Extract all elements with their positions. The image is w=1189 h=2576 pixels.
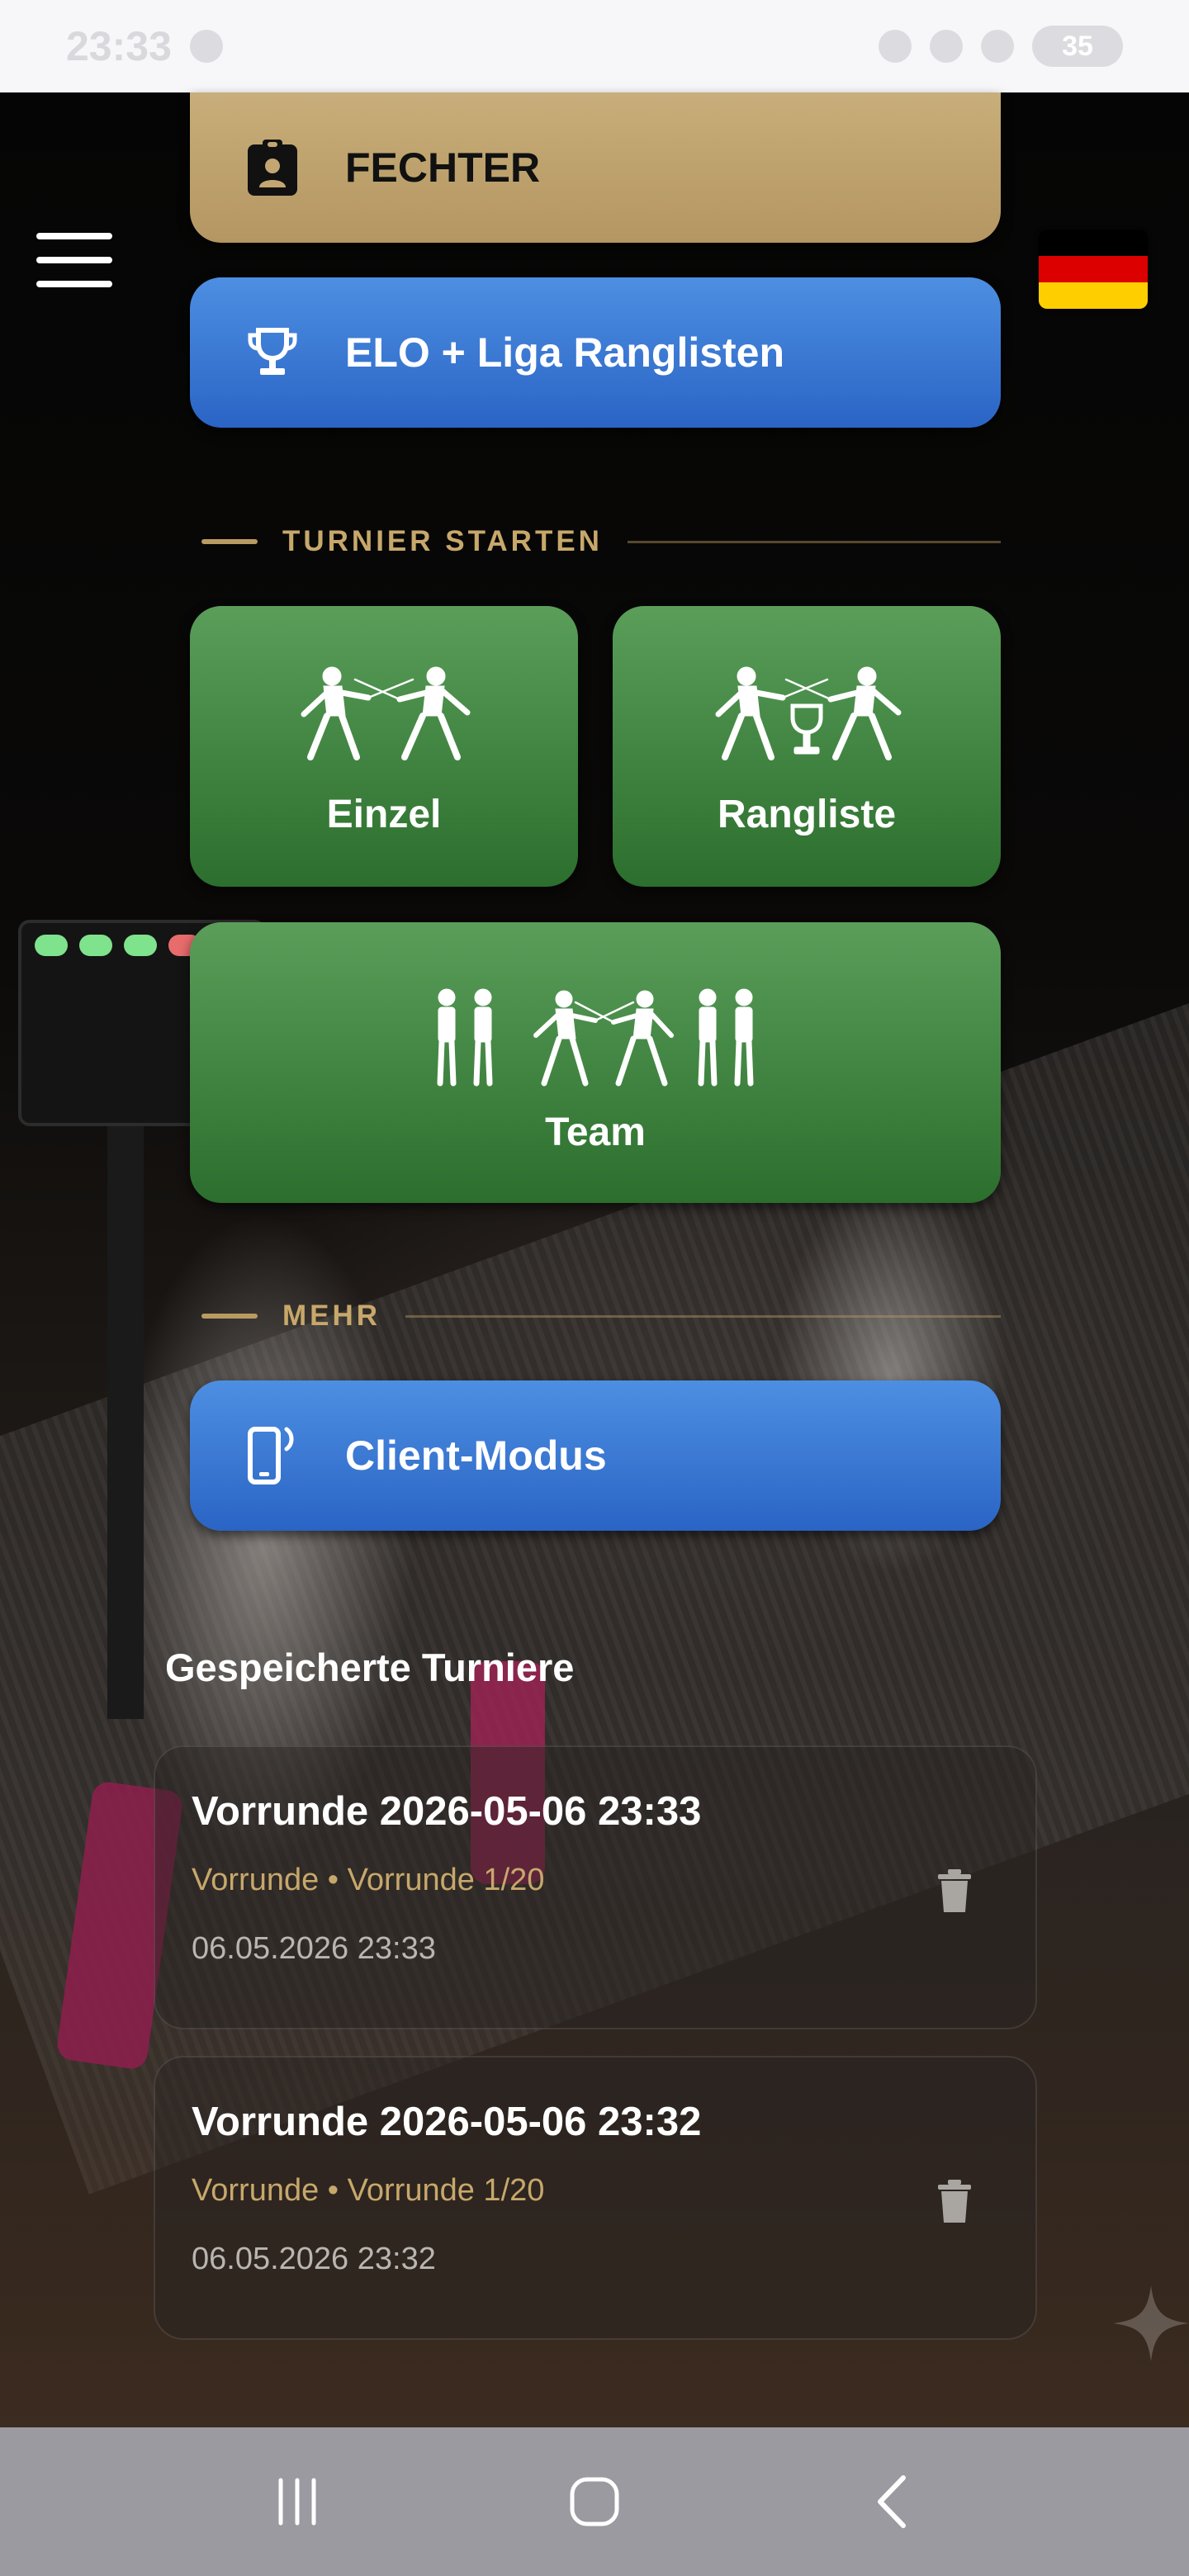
einzel-label: Einzel [326,793,442,836]
dnd-icon [879,30,912,63]
tournament-title: Vorrunde 2026-05-06 23:33 [192,1789,702,1834]
status-time: 23:33 [66,23,172,69]
saved-tournaments-heading: Gespeicherte Turniere [165,1646,575,1689]
two-fencers-icon [301,666,471,760]
hotspot-icon [930,30,963,63]
fencing-team-icon [437,988,754,1087]
status-right: 35 [879,26,1123,67]
tournament-subtitle: Vorrunde • Vorrunde 1/20 [192,2173,545,2208]
section-turnier-starten: TURNIER STARTEN [201,525,1001,558]
saved-tournament-card[interactable]: Vorrunde 2026-05-06 23:33 Vorrunde • Vor… [154,1745,1037,2029]
tournament-subtitle: Vorrunde • Vorrunde 1/20 [192,1863,545,1897]
scoreboard-stand [107,1125,144,1719]
tournament-date: 06.05.2026 23:33 [192,1931,436,1966]
fencers-trophy-icon [715,666,902,760]
back-icon[interactable] [842,2452,941,2551]
rangliste-label: Rangliste [717,793,897,836]
team-tile[interactable]: Team [190,922,1001,1203]
fechter-label: FECHTER [345,144,541,191]
flag-germany-icon[interactable] [1039,230,1148,309]
section-mehr: MEHR [201,1300,1001,1333]
einzel-tile[interactable]: Einzel [190,606,578,887]
status-left: 23:33 [66,22,223,70]
trash-icon[interactable] [935,1868,974,1914]
hamburger-menu-icon[interactable] [36,233,112,287]
status-bar: 23:33 35 [0,0,1189,92]
tournament-date: 06.05.2026 23:32 [192,2242,436,2276]
trophy-icon [243,323,302,382]
client-modus-label: Client-Modus [345,1432,607,1479]
navigation-bar [0,2427,1189,2576]
elo-label: ELO + Liga Ranglisten [345,329,785,376]
rangliste-tile[interactable]: Rangliste [613,606,1001,887]
section-label: MEHR [282,1300,381,1332]
phone-signal-icon [243,1426,302,1485]
sparkle-icon [1110,2282,1189,2365]
saved-tournament-card[interactable]: Vorrunde 2026-05-06 23:32 Vorrunde • Vor… [154,2056,1037,2340]
screenshot-icon [189,30,223,63]
team-label: Team [545,1110,646,1154]
elo-ranglisten-button[interactable]: ELO + Liga Ranglisten [190,277,1001,428]
clipboard-person-icon [243,138,302,197]
trash-icon[interactable] [935,2178,974,2224]
wifi-icon [981,30,1014,63]
home-icon[interactable] [545,2452,644,2551]
client-modus-button[interactable]: Client-Modus [190,1380,1001,1531]
battery-indicator: 35 [1032,26,1123,67]
fechter-button[interactable]: FECHTER [190,92,1001,243]
recent-apps-icon[interactable] [248,2452,347,2551]
tournament-title: Vorrunde 2026-05-06 23:32 [192,2100,702,2144]
section-label: TURNIER STARTEN [282,525,603,557]
